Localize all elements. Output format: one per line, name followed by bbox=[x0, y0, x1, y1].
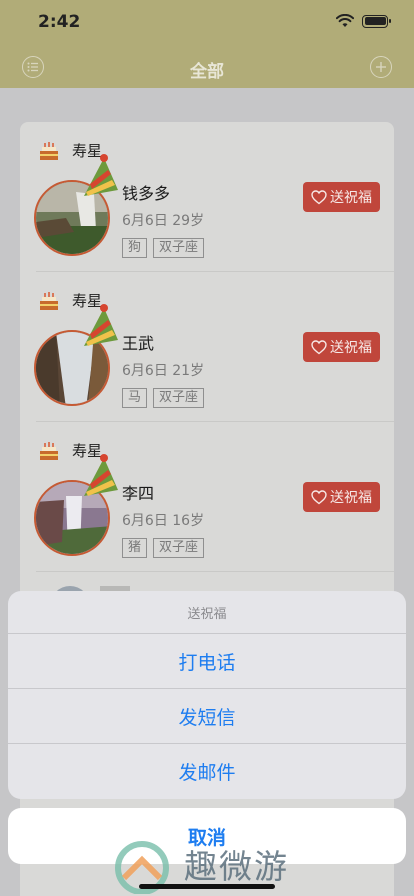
add-icon bbox=[376, 62, 386, 72]
navigation-bar: 2:42 全部 bbox=[0, 0, 414, 88]
cake-icon bbox=[40, 291, 58, 310]
status-time: 2:42 bbox=[38, 12, 81, 32]
birthday-date-age: 6月6日 16岁 bbox=[122, 513, 205, 529]
sms-option[interactable]: 发短信 bbox=[8, 689, 406, 744]
action-sheet-title: 送祝福 bbox=[8, 591, 406, 634]
heart-icon bbox=[311, 489, 327, 504]
cake-icon bbox=[40, 141, 58, 160]
send-blessing-label: 送祝福 bbox=[330, 340, 372, 356]
send-blessing-label: 送祝福 bbox=[330, 190, 372, 206]
heart-icon bbox=[311, 189, 327, 204]
send-blessing-button[interactable]: 送祝福 bbox=[303, 332, 380, 362]
list-item[interactable]: 寿星 李四 6月6日 16岁 猪 双子座 送祝福 bbox=[20, 422, 394, 572]
divider bbox=[36, 571, 394, 572]
person-name: 钱多多 bbox=[122, 184, 171, 203]
zodiac-tag: 马 bbox=[122, 388, 148, 408]
birthday-date-age: 6月6日 21岁 bbox=[122, 363, 205, 379]
list-item[interactable]: 寿星 王武 6月6日 21岁 马 双子座 送祝福 bbox=[20, 272, 394, 422]
send-blessing-button[interactable]: 送祝福 bbox=[303, 182, 380, 212]
party-hat-icon bbox=[84, 154, 118, 196]
tag-list: 猪 双子座 bbox=[122, 538, 205, 558]
zodiac-tag: 猪 bbox=[122, 538, 148, 558]
cake-icon bbox=[40, 441, 58, 460]
add-button[interactable] bbox=[370, 56, 392, 78]
tag-list: 马 双子座 bbox=[122, 388, 205, 408]
tag-list: 狗 双子座 bbox=[122, 238, 205, 258]
party-hat-icon bbox=[84, 304, 118, 346]
party-hat-icon bbox=[84, 454, 118, 496]
email-option[interactable]: 发邮件 bbox=[8, 744, 406, 799]
zodiac-tag: 狗 bbox=[122, 238, 148, 258]
status-icons bbox=[336, 14, 391, 28]
watermark-text: 趣微游 bbox=[184, 847, 289, 886]
wifi-icon bbox=[336, 14, 354, 27]
heart-icon bbox=[311, 339, 327, 354]
birthday-date-age: 6月6日 29岁 bbox=[122, 213, 205, 229]
send-blessing-button[interactable]: 送祝福 bbox=[303, 482, 380, 512]
send-blessing-label: 送祝福 bbox=[330, 490, 372, 506]
list-item[interactable]: 寿星 钱多多 6月6日 29岁 狗 双子座 送祝福 bbox=[20, 122, 394, 272]
constellation-tag: 双子座 bbox=[153, 388, 205, 408]
person-name: 李四 bbox=[122, 484, 155, 503]
page-title: 全部 bbox=[190, 62, 224, 82]
constellation-tag: 双子座 bbox=[153, 538, 205, 558]
battery-icon bbox=[362, 14, 391, 28]
person-name: 王武 bbox=[122, 334, 155, 353]
home-indicator bbox=[139, 884, 275, 889]
constellation-tag: 双子座 bbox=[153, 238, 205, 258]
action-sheet: 送祝福 打电话 发短信 发邮件 bbox=[8, 591, 406, 799]
call-option[interactable]: 打电话 bbox=[8, 634, 406, 689]
